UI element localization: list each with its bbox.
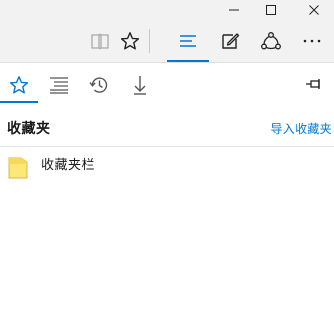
browser-window: 收藏夹 导入收藏夹 收藏夹栏: [0, 0, 334, 317]
list-item-label: 收藏夹栏: [41, 158, 96, 173]
list-item-favorites-bar[interactable]: 收藏夹栏: [0, 149, 334, 183]
folder-icon: [8, 157, 28, 179]
hub-active-indicator: [167, 60, 209, 62]
web-note-button[interactable]: [212, 25, 248, 57]
hub-panel: 收藏夹 导入收藏夹 收藏夹栏: [0, 63, 334, 317]
web-note-icon: [222, 33, 240, 49]
reading-list-tab-icon: [50, 77, 68, 94]
favorites-tab-icon: [9, 76, 29, 94]
favorites-section-title: 收藏夹: [7, 121, 51, 137]
add-favorite-button[interactable]: [112, 25, 148, 57]
more-button[interactable]: [294, 25, 330, 57]
favorites-tab-indicator: [0, 101, 38, 103]
tab-reading-list[interactable]: [40, 67, 78, 103]
hub-button[interactable]: [170, 25, 206, 57]
maximize-icon: [266, 4, 276, 15]
browser-toolbar: [0, 19, 334, 63]
pin-icon: [306, 79, 320, 89]
tab-favorites[interactable]: [0, 67, 38, 103]
minimize-icon: [229, 9, 239, 10]
title-bar: [0, 0, 334, 19]
import-favorites-link[interactable]: 导入收藏夹: [270, 120, 332, 137]
share-icon: [261, 32, 281, 50]
maximize-button[interactable]: [251, 0, 291, 19]
reading-view-icon: [91, 33, 109, 50]
history-tab-icon: [89, 77, 108, 93]
share-button[interactable]: [253, 25, 289, 57]
tab-history[interactable]: [80, 67, 118, 103]
hub-icon: [180, 35, 196, 47]
toolbar-separator: [149, 29, 150, 53]
pin-pane-button[interactable]: [302, 73, 326, 95]
downloads-tab-icon: [134, 76, 146, 95]
favorite-star-icon: [120, 32, 140, 50]
more-icon: [303, 39, 321, 43]
tab-downloads[interactable]: [121, 67, 159, 103]
minimize-button[interactable]: [214, 0, 254, 19]
close-icon: [309, 4, 319, 15]
section-divider: [0, 146, 334, 147]
close-button[interactable]: [294, 0, 334, 19]
